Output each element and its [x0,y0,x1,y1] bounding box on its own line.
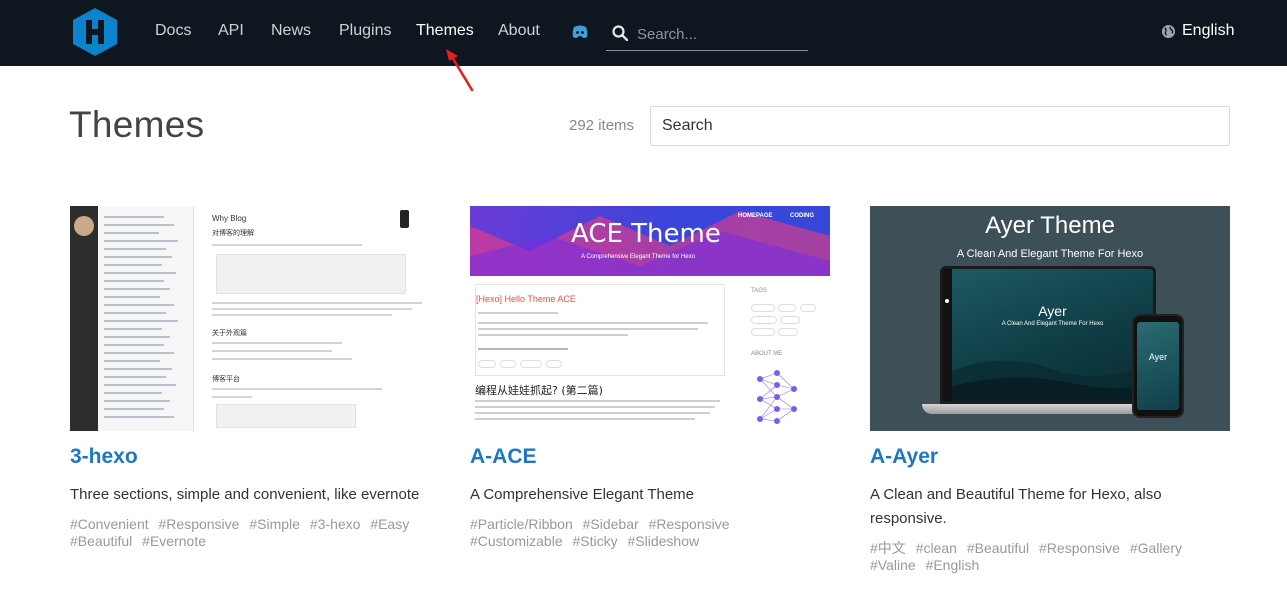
search-icon [612,25,628,41]
tag-link[interactable]: #Easy [370,516,409,532]
theme-thumbnail[interactable]: Why Blog 对博客的理解 关于外观篇 博客平台 [70,206,430,431]
tag-link[interactable]: #Slideshow [628,533,700,549]
theme-description: A Comprehensive Elegant Theme [470,486,695,503]
preview-subheading: 对博客的理解 [212,230,254,237]
tag-link[interactable]: #Customizable [470,533,563,549]
theme-thumbnail[interactable]: HOMEPAGE CODING ACE Theme A Comprehensiv… [470,206,830,431]
red-arrow-annotation [446,49,474,92]
tag-link[interactable]: #3-hexo [310,516,361,532]
preview-nav-home: HOMEPAGE [738,213,773,219]
preview-screen-subtitle: A Clean And Elegant Theme For Hexo [1001,321,1104,327]
nav-news[interactable]: News [271,22,311,40]
theme-tags: #Convenient #Responsive #Simple #3-hexo … [70,516,430,550]
preview-subtitle: A Clean And Elegant Theme For Hexo [956,248,1144,260]
theme-description: Three sections, simple and convenient, l… [70,486,420,503]
tag-link[interactable]: #Simple [249,516,300,532]
preview-sidebar [70,206,98,431]
preview-heading: Why Blog [212,214,247,223]
tag-link[interactable]: #Gallery [1130,540,1182,556]
nav-search [606,18,808,51]
preview-nav-coding: CODING [790,213,814,219]
preview-laptop-mockup: Ayer A Clean And Elegant Theme For Hexo [940,266,1156,404]
theme-card-a-ayer: Ayer Theme A Clean And Elegant Theme For… [870,206,1230,574]
theme-card-3-hexo: Why Blog 对博客的理解 关于外观篇 博客平台 3-hexo Three … [70,206,430,550]
nav-docs[interactable]: Docs [155,22,191,40]
preview-post-list [98,206,194,431]
tag-link[interactable]: #Responsive [1039,540,1120,556]
preview-about-label: ABOUT ME [751,351,783,357]
theme-description: A Clean and Beautiful Theme for Hexo, al… [870,486,1162,527]
theme-thumbnail[interactable]: Ayer Theme A Clean And Elegant Theme For… [870,206,1230,431]
tag-link[interactable]: #Evernote [142,533,206,549]
language-label: English [1182,22,1235,39]
preview-title: Ayer Theme [985,212,1115,239]
preview-banner-title: ACE Theme [571,219,721,249]
theme-title-link[interactable]: 3-hexo [70,445,430,469]
theme-search-input[interactable] [650,106,1230,146]
tag-link[interactable]: #Beautiful [967,540,1029,556]
tag-link[interactable]: #Sticky [573,533,618,549]
preview-screen-title: Ayer [1038,303,1067,319]
globe-icon [1161,24,1176,38]
preview-banner: HOMEPAGE CODING ACE Theme A Comprehensiv… [470,206,830,276]
top-navbar: Docs API News Plugins Themes About Engli… [0,0,1287,66]
preview-article: Why Blog 对博客的理解 关于外观篇 博客平台 [204,206,430,431]
tag-link[interactable]: #Particle/Ribbon [470,516,573,532]
nav-themes[interactable]: Themes [416,22,474,40]
tag-link[interactable]: #Beautiful [70,533,132,549]
preview-banner-subtitle: A Comprehensive Elegant Theme for Hexo [581,254,695,260]
preview-section: 关于外观篇 [212,330,247,337]
tag-link[interactable]: #Responsive [649,516,730,532]
theme-title-link[interactable]: A-Ayer [870,445,1230,469]
theme-tags: #Particle/Ribbon #Sidebar #Responsive #C… [470,516,830,550]
tag-link[interactable]: #English [926,557,980,573]
tag-link[interactable]: #Valine [870,557,916,573]
nav-search-input[interactable] [637,23,802,45]
nav-about[interactable]: About [498,22,540,40]
tag-link[interactable]: #clean [916,540,957,556]
preview-phone-title: Ayer [1148,352,1168,362]
hexo-logo-icon[interactable] [72,7,118,57]
preview-post-title: [Hexo] Hello Theme ACE [476,294,576,304]
discord-icon[interactable] [571,24,589,40]
preview-post2-title: 编程从娃娃抓起? (第二篇) [475,384,603,397]
page-title: Themes [69,104,205,145]
item-count: 292 items [569,117,635,134]
theme-tags: #中文 #clean #Beautiful #Responsive #Galle… [870,540,1230,574]
tag-link[interactable]: #Responsive [159,516,240,532]
preview-tags-label: TAGS [751,288,767,294]
tag-link[interactable]: #Convenient [70,516,149,532]
nav-plugins[interactable]: Plugins [339,22,391,40]
preview-phone-mockup: Ayer [1132,314,1184,418]
preview-section-2: 博客平台 [212,376,240,383]
preview-network-icon [757,370,797,424]
preview-avatar [74,216,94,236]
tag-link[interactable]: #Sidebar [583,516,639,532]
theme-card-a-ace: HOMEPAGE CODING ACE Theme A Comprehensiv… [470,206,830,550]
theme-title-link[interactable]: A-ACE [470,445,830,469]
tag-link[interactable]: #中文 [870,540,906,556]
language-selector[interactable]: English [1161,22,1234,40]
nav-api[interactable]: API [218,22,244,40]
